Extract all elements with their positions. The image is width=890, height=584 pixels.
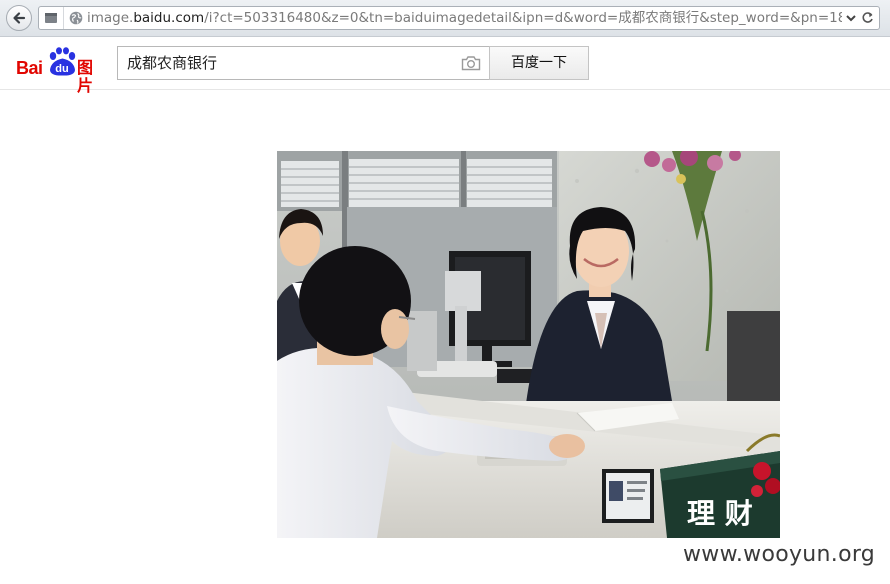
baidu-header: Bai du 图片 成都农商银行 百度一下: [0, 37, 890, 95]
search-query-text: 成都农商银行: [127, 54, 218, 72]
url-bar[interactable]: image.baidu.com/i?ct=503316480&z=0&tn=ba…: [38, 6, 880, 30]
desk-sign-text: 理 财: [687, 497, 753, 530]
url-domain: baidu.com: [133, 10, 205, 26]
bank-counter-photo[interactable]: 理 财: [277, 151, 780, 538]
identity-icon: [45, 13, 57, 23]
search-input[interactable]: 成都农商银行: [117, 46, 489, 80]
reload-icon[interactable]: [861, 11, 874, 24]
search-button[interactable]: 百度一下: [489, 46, 589, 80]
watermark-text: www.wooyun.org: [683, 542, 876, 567]
globe-icon: [69, 11, 83, 25]
identity-button[interactable]: [39, 7, 64, 29]
staff-id-card: [602, 469, 654, 523]
url-path: /i?ct=503316480&z=0&tn=baiduimagedetail&…: [204, 10, 842, 26]
logo-du-text: du: [55, 63, 69, 75]
back-arrow-icon: [13, 12, 26, 24]
camera-icon[interactable]: [461, 55, 481, 71]
logo-bai-text: Bai: [16, 58, 43, 78]
url-prefix: image.: [87, 10, 134, 26]
logo-suffix-text: 图片: [77, 60, 94, 95]
url-text[interactable]: image.baidu.com/i?ct=503316480&z=0&tn=ba…: [87, 7, 842, 29]
chevron-down-icon[interactable]: [845, 12, 857, 24]
back-button[interactable]: [6, 5, 32, 31]
photo-illustration: 理 财: [277, 151, 780, 538]
browser-toolbar: image.baidu.com/i?ct=503316480&z=0&tn=ba…: [0, 0, 890, 37]
